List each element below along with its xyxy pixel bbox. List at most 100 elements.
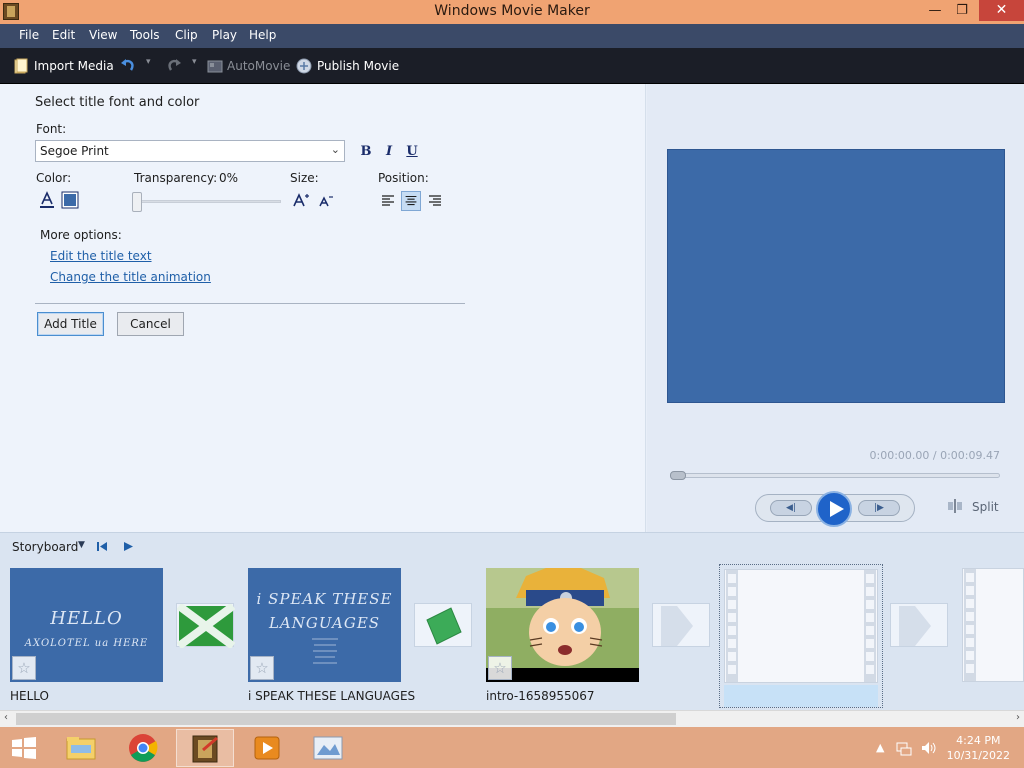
volume-icon[interactable] xyxy=(920,740,938,756)
font-select-value: Segoe Print xyxy=(40,144,109,158)
scroll-right-arrow-icon[interactable]: › xyxy=(1016,712,1020,723)
film-strip-left xyxy=(726,570,738,682)
next-frame-button[interactable]: |▶ xyxy=(858,500,900,516)
storyboard-label[interactable]: Storyboard xyxy=(12,540,78,554)
align-right-icon[interactable] xyxy=(425,191,445,211)
empty-transition-arrow-icon xyxy=(661,606,693,646)
background-color-icon[interactable] xyxy=(61,191,79,209)
menu-edit[interactable]: Edit xyxy=(52,28,75,42)
cancel-button[interactable]: Cancel xyxy=(117,312,184,336)
italic-button[interactable]: I xyxy=(382,144,396,159)
transparency-slider-thumb[interactable] xyxy=(132,192,142,212)
menu-play[interactable]: Play xyxy=(212,28,237,42)
menu-help[interactable]: Help xyxy=(249,28,276,42)
decrease-font-size-icon[interactable] xyxy=(317,192,335,210)
minimize-button[interactable]: — xyxy=(920,0,950,21)
edit-title-text-link[interactable]: Edit the title text xyxy=(50,249,152,263)
redo-icon[interactable] xyxy=(166,58,182,74)
transition-slot[interactable] xyxy=(176,602,236,650)
movie-maker-icon xyxy=(192,735,218,763)
network-icon[interactable] xyxy=(896,740,912,756)
align-left-icon[interactable] xyxy=(378,191,398,211)
publish-movie-button[interactable]: Publish Movie xyxy=(317,59,399,73)
storyboard-scrollbar[interactable]: ‹ › xyxy=(0,710,1024,727)
align-center-icon[interactable] xyxy=(401,191,421,211)
scroll-left-arrow-icon[interactable]: ‹ xyxy=(4,712,8,723)
transparency-value: 0% xyxy=(219,171,239,185)
transparency-label: Transparency: xyxy=(134,171,218,185)
go-to-start-icon[interactable] xyxy=(96,541,108,552)
empty-transition-arrow-icon xyxy=(899,606,931,646)
diamond-transition-icon xyxy=(426,607,462,645)
transition-slot[interactable] xyxy=(414,603,472,647)
timecode: 0:00:00.00 / 0:00:09.47 xyxy=(869,449,1001,462)
scrollbar-thumb[interactable] xyxy=(16,713,676,725)
transparency-slider-track[interactable] xyxy=(136,200,281,203)
storyboard-pane: Storyboard ▼ HELLO AXOLOTEL ua HERE ☆ HE… xyxy=(0,532,1024,727)
star-icon[interactable]: ☆ xyxy=(250,656,274,680)
file-explorer-icon[interactable] xyxy=(52,729,110,767)
film-strip-right xyxy=(864,570,876,682)
split-button[interactable]: Split xyxy=(972,500,999,514)
change-title-animation-link[interactable]: Change the title animation xyxy=(50,270,211,284)
play-button[interactable] xyxy=(816,491,852,527)
seek-bar[interactable] xyxy=(670,473,1000,478)
clip-label: i SPEAK THESE LANGUAGES xyxy=(248,689,416,703)
menu-clip[interactable]: Clip xyxy=(175,28,198,42)
show-hidden-icons-icon[interactable]: ▲ xyxy=(876,741,884,754)
empty-clip-frame xyxy=(724,569,878,683)
language-list-decoration xyxy=(312,638,338,664)
preview-panel: 0:00:00.00 / 0:00:09.47 ◀| |▶ Split xyxy=(647,84,1024,532)
storyboard-dropdown-icon[interactable]: ▼ xyxy=(78,540,85,550)
font-color-icon[interactable] xyxy=(38,191,56,209)
add-title-button[interactable]: Add Title xyxy=(37,312,104,336)
font-label: Font: xyxy=(36,122,67,136)
close-button[interactable]: ✕ xyxy=(979,0,1024,21)
media-player-icon[interactable] xyxy=(238,729,296,767)
toolbar: Import Media ▾ ▾ AutoMovie Publish Movie xyxy=(0,48,1024,84)
window-title: Windows Movie Maker xyxy=(434,3,590,19)
system-clock[interactable]: 4:24 PM 10/31/2022 xyxy=(947,733,1010,763)
clock-date: 10/31/2022 xyxy=(946,749,1010,762)
maximize-button[interactable]: ❐ xyxy=(948,0,976,21)
split-icon[interactable] xyxy=(947,499,963,513)
preview-monitor xyxy=(667,149,1005,403)
film-strip-left xyxy=(964,569,976,681)
underline-button[interactable]: U xyxy=(405,144,419,159)
bold-button[interactable]: B xyxy=(359,144,373,159)
photo-gallery-icon[interactable] xyxy=(300,729,358,767)
import-media-button[interactable]: Import Media xyxy=(34,59,114,73)
previous-frame-button[interactable]: ◀| xyxy=(770,500,812,516)
clip-title-hello[interactable]: HELLO AXOLOTEL ua HERE ☆ xyxy=(10,568,163,682)
movie-maker-taskbar-button[interactable] xyxy=(176,729,234,767)
clip-title-languages[interactable]: i SPEAK THESE LANGUAGES ☆ xyxy=(248,568,401,682)
menu-bar: File Edit View Tools Clip Play Help xyxy=(0,24,1024,48)
cross-transition-icon xyxy=(176,602,236,650)
clock-time: 4:24 PM xyxy=(956,734,1001,747)
transition-slot[interactable] xyxy=(652,603,710,647)
transition-slot[interactable] xyxy=(890,603,948,647)
position-label: Position: xyxy=(378,171,429,185)
empty-clip-placeholder[interactable] xyxy=(719,564,883,708)
play-storyboard-icon[interactable] xyxy=(122,541,134,552)
automovie-button[interactable]: AutoMovie xyxy=(227,59,290,73)
empty-clip-slot[interactable] xyxy=(962,568,1024,682)
playback-controls: ◀| |▶ xyxy=(755,491,915,527)
menu-file[interactable]: File xyxy=(19,28,39,42)
seek-thumb[interactable] xyxy=(670,471,686,480)
menu-tools[interactable]: Tools xyxy=(130,28,160,42)
star-icon[interactable]: ☆ xyxy=(488,656,512,680)
clip-thumb-line2: LANGUAGES xyxy=(268,614,381,632)
menu-view[interactable]: View xyxy=(89,28,117,42)
font-select[interactable]: Segoe Print ⌄ xyxy=(35,140,345,162)
start-windows-icon[interactable] xyxy=(0,729,48,767)
clip-video-intro[interactable]: ☆ xyxy=(486,568,639,682)
chevron-down-icon: ⌄ xyxy=(330,143,340,156)
undo-dropdown-icon[interactable]: ▾ xyxy=(146,57,151,67)
chrome-icon[interactable] xyxy=(114,729,172,767)
increase-font-size-icon[interactable] xyxy=(292,191,310,209)
undo-icon[interactable] xyxy=(120,58,136,74)
clip-thumb-line1: HELLO xyxy=(50,608,123,629)
star-icon[interactable]: ☆ xyxy=(12,656,36,680)
redo-dropdown-icon[interactable]: ▾ xyxy=(192,57,197,67)
